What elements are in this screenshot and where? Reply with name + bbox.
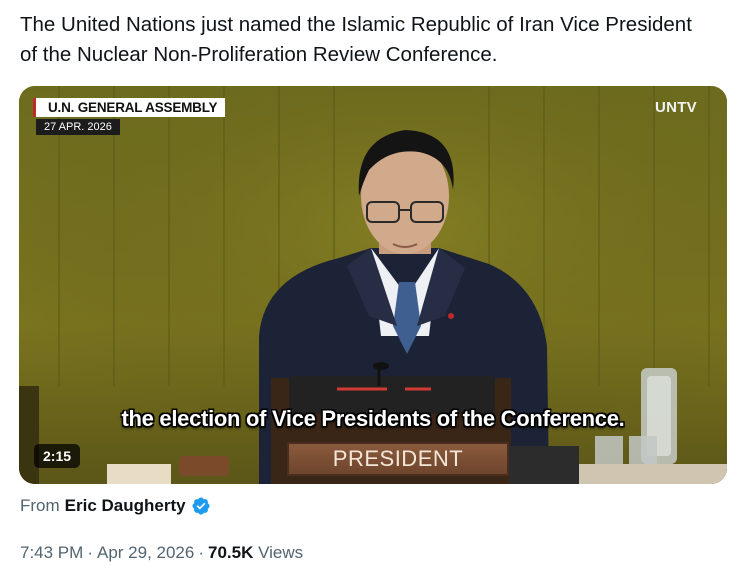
meta-separator: · — [87, 543, 93, 562]
video-player[interactable]: U.N. GENERAL ASSEMBLY 27 APR. 2026 UNTV … — [19, 86, 727, 484]
tweet-time-link[interactable]: 7:43 PM — [20, 543, 83, 562]
attribution-line: From Eric Daugherty — [20, 496, 211, 516]
badge-date: 27 APR. 2026 — [36, 119, 120, 135]
video-duration: 2:15 — [34, 444, 81, 468]
broadcast-badge: U.N. GENERAL ASSEMBLY 27 APR. 2026 — [33, 98, 226, 135]
tweet-date-link[interactable]: Apr 29, 2026 — [97, 543, 194, 562]
tweet-text: The United Nations just named the Islami… — [20, 13, 692, 66]
badge-title: U.N. GENERAL ASSEMBLY — [33, 98, 226, 117]
video-caption: the election of Vice Presidents of the C… — [121, 406, 625, 431]
verified-badge-icon — [191, 496, 211, 516]
channel-logo: UNTV — [654, 99, 697, 116]
views-count: 70.5K — [208, 543, 254, 562]
views-label: Views — [258, 543, 304, 562]
meta-separator: · — [198, 543, 205, 562]
tweet-meta: 7:43 PM · Apr 29, 2026 · 70.5K Views — [20, 543, 303, 563]
from-label: From — [20, 496, 60, 515]
nameplate: PRESIDENT — [287, 442, 509, 476]
author-name-link[interactable]: Eric Daugherty — [65, 496, 186, 516]
